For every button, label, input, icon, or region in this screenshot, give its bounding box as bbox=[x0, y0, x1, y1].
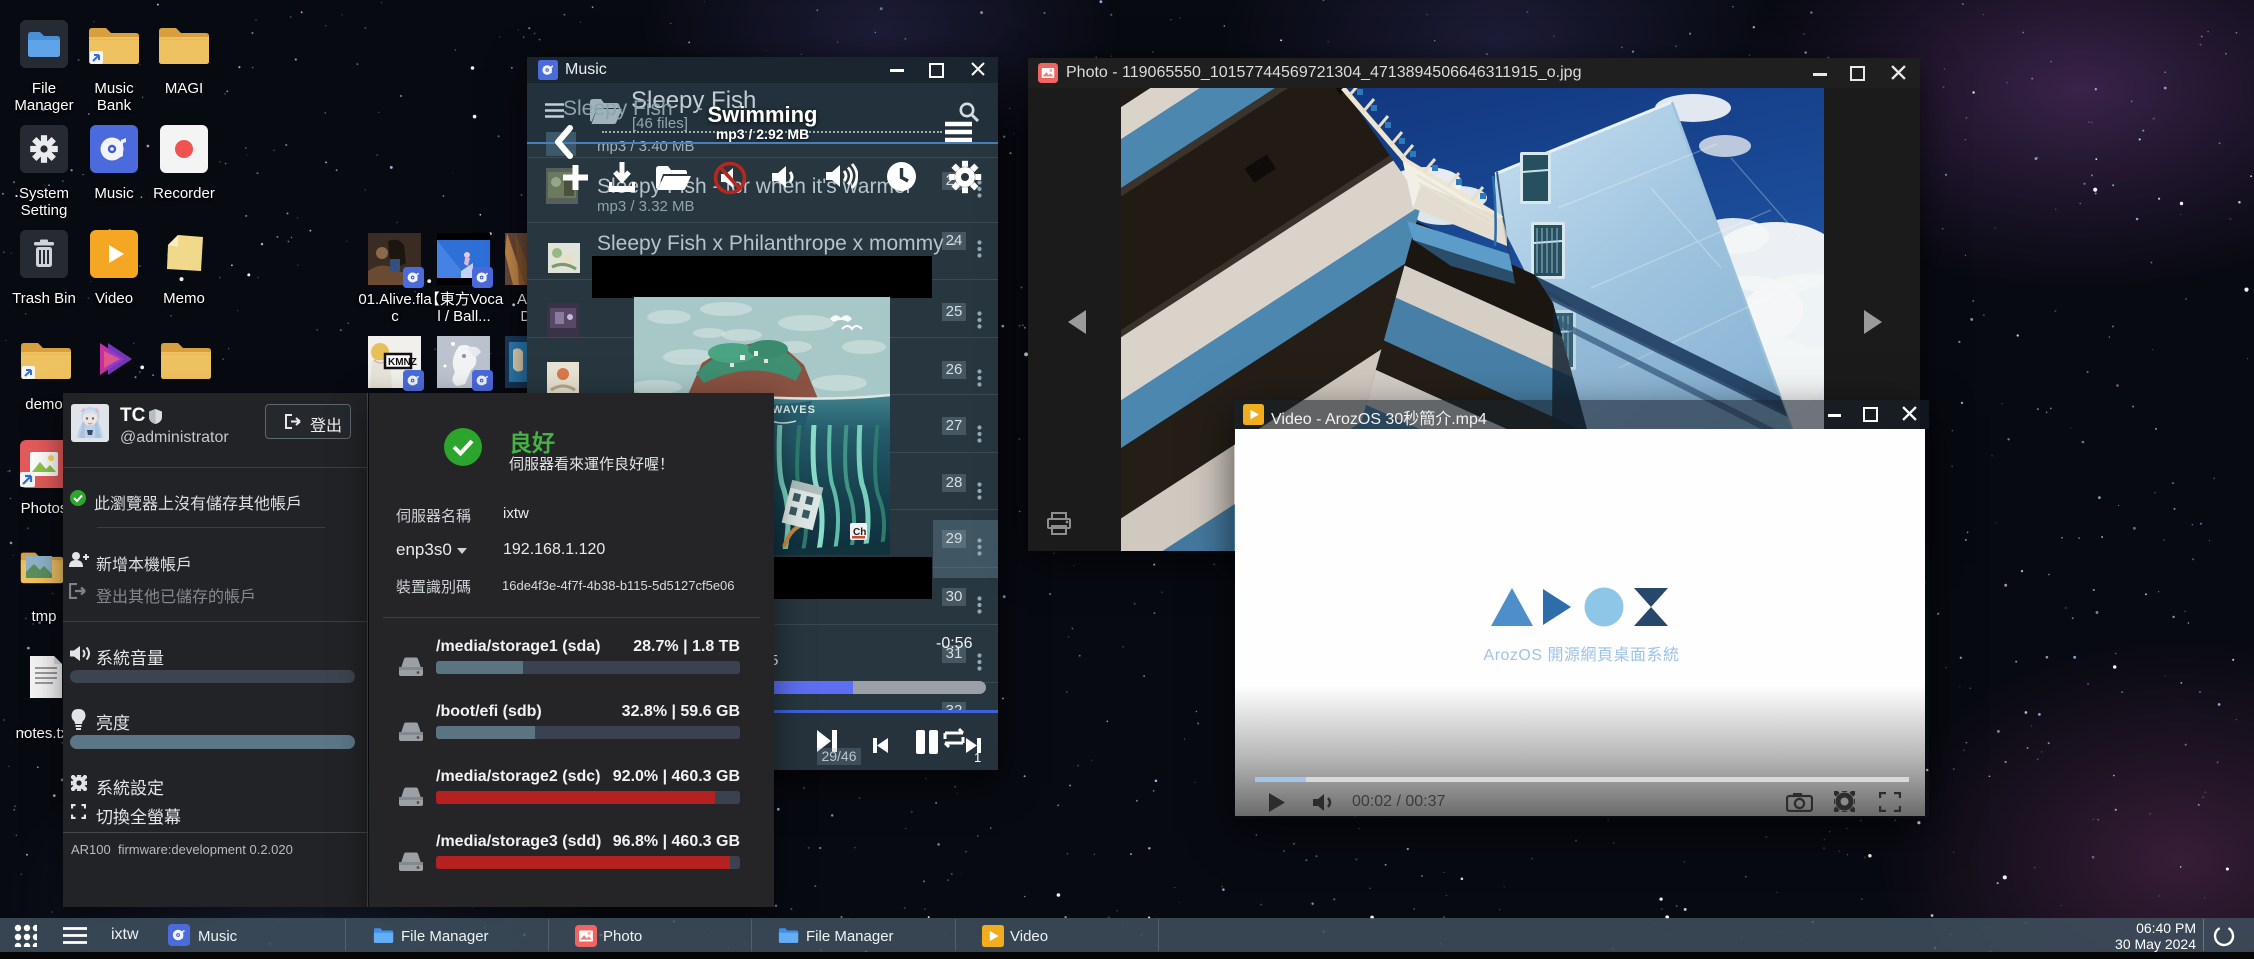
svg-text:WAVES: WAVES bbox=[772, 404, 816, 416]
svg-text:KMNZ: KMNZ bbox=[388, 357, 417, 368]
